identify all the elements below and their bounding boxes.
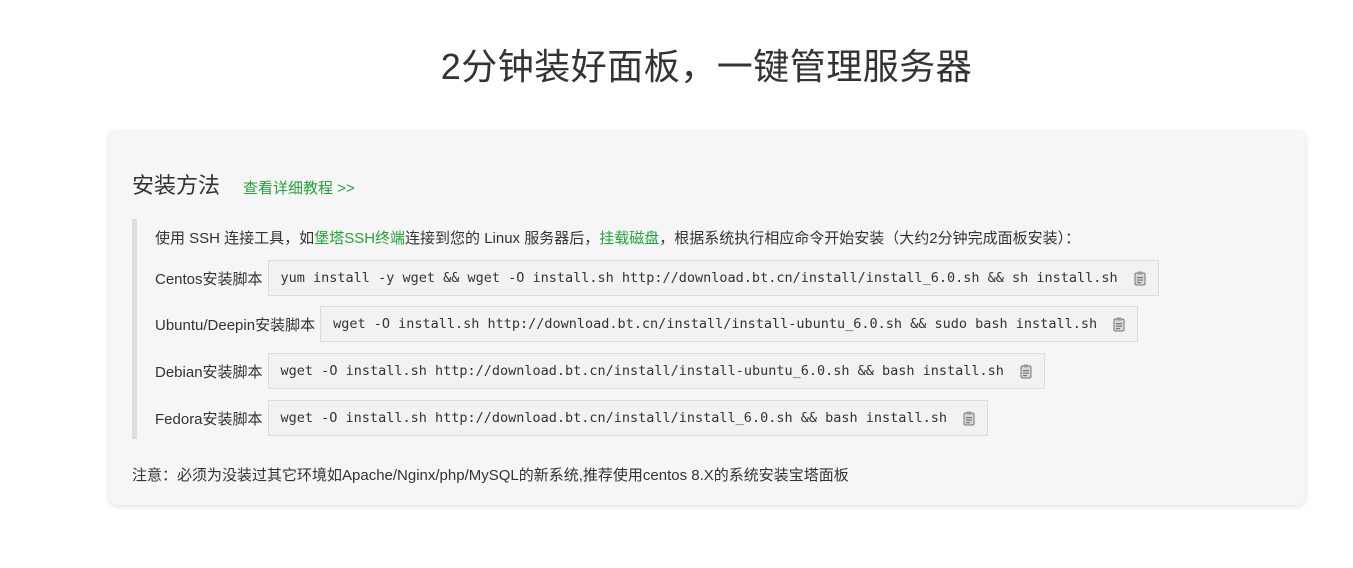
ubuntu-label: Ubuntu/Deepin安装脚本 xyxy=(155,316,316,334)
install-panel: 安装方法 查看详细教程 >> 使用 SSH 连接工具，如堡塔SSH终端连接到您的… xyxy=(109,131,1305,505)
ubuntu-command-box[interactable]: wget -O install.sh http://download.bt.cn… xyxy=(320,306,1139,342)
copy-icon[interactable] xyxy=(1132,270,1148,286)
section-header: 安装方法 查看详细教程 >> xyxy=(132,168,355,200)
page-title: 2分钟装好面板，一键管理服务器 xyxy=(440,46,973,87)
centos-command[interactable]: yum install -y wget && wget -O install.s… xyxy=(281,270,1118,286)
ubuntu-command-row: Ubuntu/Deepin安装脚本 wget -O install.sh htt… xyxy=(155,306,1139,342)
clipboard-icon xyxy=(1020,364,1032,379)
fedora-command-box[interactable]: wget -O install.sh http://download.bt.cn… xyxy=(267,400,989,436)
centos-command-row: Centos安装脚本 yum install -y wget && wget -… xyxy=(155,260,1159,296)
fedora-label: Fedora安装脚本 xyxy=(155,410,263,428)
intro-text-1: 使用 SSH 连接工具，如 xyxy=(155,230,315,247)
centos-label: Centos安装脚本 xyxy=(155,270,263,288)
intro-text-3: ，根据系统执行相应命令开始安装（大约2分钟完成面板安装）： xyxy=(659,230,1081,247)
mount-disk-link[interactable]: 挂载磁盘 xyxy=(599,230,659,247)
intro-text-2: 连接到您的 Linux 服务器后， xyxy=(405,230,600,247)
install-steps: 使用 SSH 连接工具，如堡塔SSH终端连接到您的 Linux 服务器后，挂载磁… xyxy=(132,219,1287,439)
ssh-terminal-link[interactable]: 堡塔SSH终端 xyxy=(314,230,405,247)
copy-icon[interactable] xyxy=(1111,316,1127,332)
section-title: 安装方法 xyxy=(132,173,221,198)
fedora-command[interactable]: wget -O install.sh http://download.bt.cn… xyxy=(281,410,947,426)
debian-command-row: Debian安装脚本 wget -O install.sh http://dow… xyxy=(155,353,1045,389)
debian-label: Debian安装脚本 xyxy=(155,363,263,381)
page: 2分钟装好面板，一键管理服务器 安装方法 查看详细教程 >> 使用 SSH 连接… xyxy=(0,0,1353,568)
debian-command-box[interactable]: wget -O install.sh http://download.bt.cn… xyxy=(267,353,1045,389)
clipboard-icon xyxy=(1113,317,1125,332)
install-note: 注意：必须为没装过其它环境如Apache/Nginx/php/MySQL的新系统… xyxy=(132,467,849,484)
copy-icon[interactable] xyxy=(961,410,977,426)
tutorial-link[interactable]: 查看详细教程 >> xyxy=(243,177,355,198)
centos-command-box[interactable]: yum install -y wget && wget -O install.s… xyxy=(267,260,1159,296)
ubuntu-command[interactable]: wget -O install.sh http://download.bt.cn… xyxy=(333,316,1097,332)
install-intro: 使用 SSH 连接工具，如堡塔SSH终端连接到您的 Linux 服务器后，挂载磁… xyxy=(155,227,1080,248)
clipboard-icon xyxy=(963,411,975,426)
fedora-command-row: Fedora安装脚本 wget -O install.sh http://dow… xyxy=(155,400,989,436)
debian-command[interactable]: wget -O install.sh http://download.bt.cn… xyxy=(281,363,1004,379)
clipboard-icon xyxy=(1134,271,1146,286)
copy-icon[interactable] xyxy=(1018,363,1034,379)
